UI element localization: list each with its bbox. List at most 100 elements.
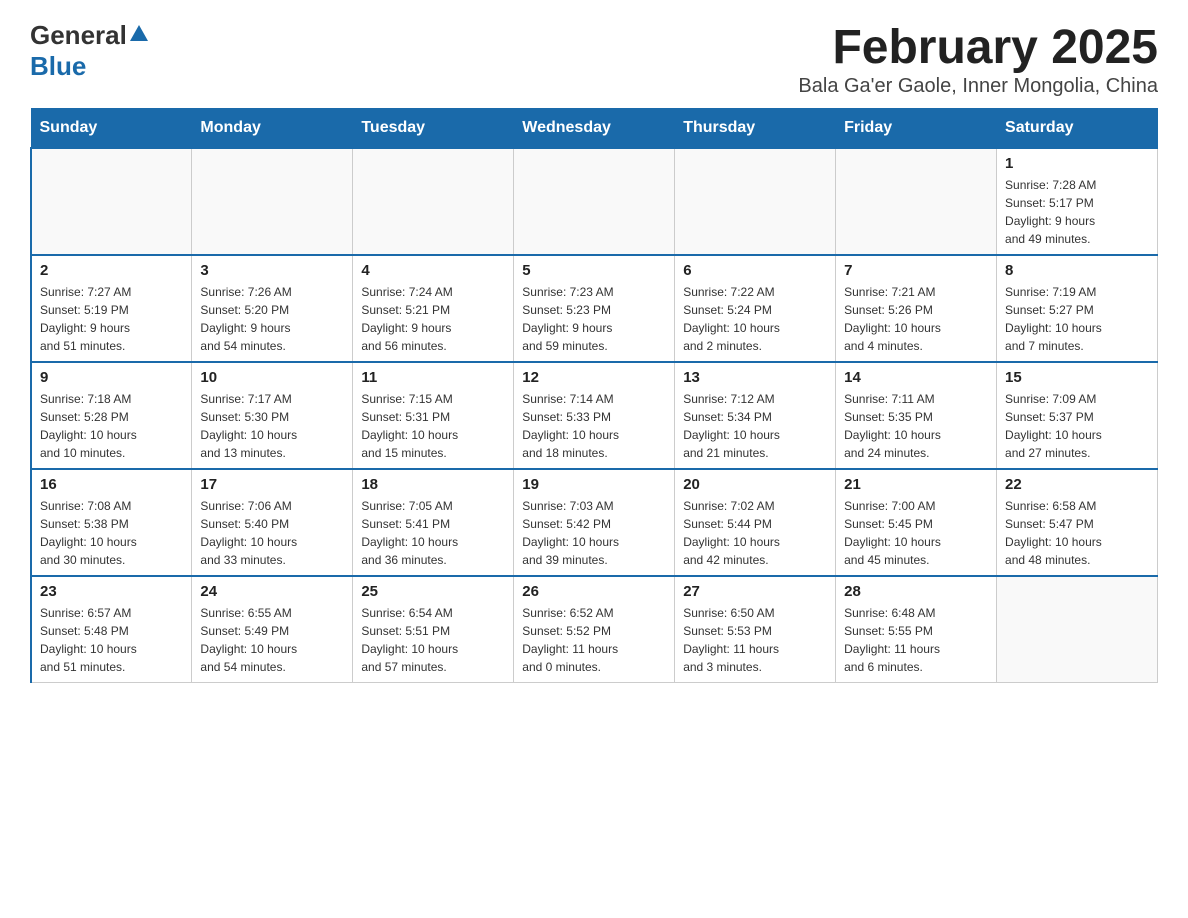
day-number: 1: [1005, 155, 1149, 172]
day-number: 21: [844, 476, 988, 493]
day-info: Sunrise: 6:57 AM Sunset: 5:48 PM Dayligh…: [40, 604, 183, 676]
calendar-cell: 9 Sunrise: 7:18 AM Sunset: 5:28 PM Daylig…: [31, 362, 192, 469]
day-info: Sunrise: 7:26 AM Sunset: 5:20 PM Dayligh…: [200, 283, 344, 355]
calendar-cell: 24 Sunrise: 6:55 AM Sunset: 5:49 PM Dayli…: [192, 576, 353, 683]
day-number: 23: [40, 583, 183, 600]
day-info: Sunrise: 7:21 AM Sunset: 5:26 PM Dayligh…: [844, 283, 988, 355]
day-number: 18: [361, 476, 505, 493]
day-info: Sunrise: 7:17 AM Sunset: 5:30 PM Dayligh…: [200, 390, 344, 462]
day-number: 5: [522, 262, 666, 279]
day-number: 7: [844, 262, 988, 279]
week-row-1: 1 Sunrise: 7:28 AM Sunset: 5:17 PM Daylig…: [31, 148, 1158, 255]
calendar-cell: [836, 148, 997, 255]
day-number: 14: [844, 369, 988, 386]
calendar-cell: 21 Sunrise: 7:00 AM Sunset: 5:45 PM Dayli…: [836, 469, 997, 576]
calendar-cell: 5 Sunrise: 7:23 AM Sunset: 5:23 PM Daylig…: [514, 255, 675, 362]
calendar-cell: [675, 148, 836, 255]
calendar-cell: 22 Sunrise: 6:58 AM Sunset: 5:47 PM Dayli…: [997, 469, 1158, 576]
day-info: Sunrise: 6:54 AM Sunset: 5:51 PM Dayligh…: [361, 604, 505, 676]
day-number: 27: [683, 583, 827, 600]
day-info: Sunrise: 7:02 AM Sunset: 5:44 PM Dayligh…: [683, 497, 827, 569]
day-info: Sunrise: 7:12 AM Sunset: 5:34 PM Dayligh…: [683, 390, 827, 462]
logo-blue-text: Blue: [30, 51, 86, 81]
week-row-4: 16 Sunrise: 7:08 AM Sunset: 5:38 PM Dayli…: [31, 469, 1158, 576]
page-header: General Blue February 2025 Bala Ga'er Ga…: [30, 20, 1158, 98]
calendar-cell: 2Sunrise: 7:27 AM Sunset: 5:19 PM Daylig…: [31, 255, 192, 362]
calendar-cell: 7 Sunrise: 7:21 AM Sunset: 5:26 PM Daylig…: [836, 255, 997, 362]
calendar-cell: 8 Sunrise: 7:19 AM Sunset: 5:27 PM Daylig…: [997, 255, 1158, 362]
col-wednesday: Wednesday: [514, 109, 675, 149]
day-number: 22: [1005, 476, 1149, 493]
day-number: 24: [200, 583, 344, 600]
logo-general-text: General: [30, 20, 127, 51]
day-info: Sunrise: 6:55 AM Sunset: 5:49 PM Dayligh…: [200, 604, 344, 676]
day-number: 20: [683, 476, 827, 493]
day-info: Sunrise: 7:05 AM Sunset: 5:41 PM Dayligh…: [361, 497, 505, 569]
day-number: 16: [40, 476, 183, 493]
col-saturday: Saturday: [997, 109, 1158, 149]
calendar-cell: 28Sunrise: 6:48 AM Sunset: 5:55 PM Dayli…: [836, 576, 997, 683]
calendar-cell: 20 Sunrise: 7:02 AM Sunset: 5:44 PM Dayli…: [675, 469, 836, 576]
day-number: 26: [522, 583, 666, 600]
day-info: Sunrise: 7:19 AM Sunset: 5:27 PM Dayligh…: [1005, 283, 1149, 355]
day-number: 9: [40, 369, 183, 386]
calendar-cell: 3 Sunrise: 7:26 AM Sunset: 5:20 PM Daylig…: [192, 255, 353, 362]
day-number: 25: [361, 583, 505, 600]
calendar-cell: [31, 148, 192, 255]
calendar-cell: 27 Sunrise: 6:50 AM Sunset: 5:53 PM Dayli…: [675, 576, 836, 683]
day-number: 11: [361, 369, 505, 386]
day-number: 17: [200, 476, 344, 493]
day-number: 12: [522, 369, 666, 386]
week-row-3: 9 Sunrise: 7:18 AM Sunset: 5:28 PM Daylig…: [31, 362, 1158, 469]
calendar-cell: 6 Sunrise: 7:22 AM Sunset: 5:24 PM Daylig…: [675, 255, 836, 362]
col-thursday: Thursday: [675, 109, 836, 149]
day-number: 15: [1005, 369, 1149, 386]
calendar-cell: 10 Sunrise: 7:17 AM Sunset: 5:30 PM Dayli…: [192, 362, 353, 469]
day-info: Sunrise: 7:00 AM Sunset: 5:45 PM Dayligh…: [844, 497, 988, 569]
day-info: Sunrise: 6:58 AM Sunset: 5:47 PM Dayligh…: [1005, 497, 1149, 569]
col-monday: Monday: [192, 109, 353, 149]
day-info: Sunrise: 7:03 AM Sunset: 5:42 PM Dayligh…: [522, 497, 666, 569]
calendar-cell: [353, 148, 514, 255]
day-info: Sunrise: 7:11 AM Sunset: 5:35 PM Dayligh…: [844, 390, 988, 462]
day-info: Sunrise: 7:08 AM Sunset: 5:38 PM Dayligh…: [40, 497, 183, 569]
calendar-cell: 13 Sunrise: 7:12 AM Sunset: 5:34 PM Dayli…: [675, 362, 836, 469]
day-info: Sunrise: 7:14 AM Sunset: 5:33 PM Dayligh…: [522, 390, 666, 462]
calendar-cell: 19 Sunrise: 7:03 AM Sunset: 5:42 PM Dayli…: [514, 469, 675, 576]
week-row-5: 23 Sunrise: 6:57 AM Sunset: 5:48 PM Dayli…: [31, 576, 1158, 683]
day-number: 6: [683, 262, 827, 279]
day-info: Sunrise: 7:22 AM Sunset: 5:24 PM Dayligh…: [683, 283, 827, 355]
calendar-cell: 16 Sunrise: 7:08 AM Sunset: 5:38 PM Dayli…: [31, 469, 192, 576]
day-number: 4: [361, 262, 505, 279]
day-number: 13: [683, 369, 827, 386]
calendar-cell: 11 Sunrise: 7:15 AM Sunset: 5:31 PM Dayli…: [353, 362, 514, 469]
calendar-cell: 4 Sunrise: 7:24 AM Sunset: 5:21 PM Daylig…: [353, 255, 514, 362]
day-number: 10: [200, 369, 344, 386]
calendar-table: Sunday Monday Tuesday Wednesday Thursday…: [30, 108, 1158, 683]
col-sunday: Sunday: [31, 109, 192, 149]
day-info: Sunrise: 6:50 AM Sunset: 5:53 PM Dayligh…: [683, 604, 827, 676]
day-info: Sunrise: 7:24 AM Sunset: 5:21 PM Dayligh…: [361, 283, 505, 355]
logo: General Blue: [30, 20, 148, 82]
calendar-cell: [192, 148, 353, 255]
day-number: 8: [1005, 262, 1149, 279]
calendar-cell: 26 Sunrise: 6:52 AM Sunset: 5:52 PM Dayli…: [514, 576, 675, 683]
day-info: Sunrise: 7:23 AM Sunset: 5:23 PM Dayligh…: [522, 283, 666, 355]
day-number: 28: [844, 583, 988, 600]
day-info: Sunrise: 7:28 AM Sunset: 5:17 PM Dayligh…: [1005, 176, 1149, 248]
calendar-cell: 15Sunrise: 7:09 AM Sunset: 5:37 PM Dayli…: [997, 362, 1158, 469]
day-info: Sunrise: 7:18 AM Sunset: 5:28 PM Dayligh…: [40, 390, 183, 462]
day-number: 19: [522, 476, 666, 493]
day-info: Sunrise: 7:27 AM Sunset: 5:19 PM Dayligh…: [40, 283, 183, 355]
logo-triangle-icon: [130, 25, 148, 46]
calendar-header-row: Sunday Monday Tuesday Wednesday Thursday…: [31, 109, 1158, 149]
page-subtitle: Bala Ga'er Gaole, Inner Mongolia, China: [798, 75, 1158, 98]
day-info: Sunrise: 7:06 AM Sunset: 5:40 PM Dayligh…: [200, 497, 344, 569]
calendar-cell: 23 Sunrise: 6:57 AM Sunset: 5:48 PM Dayli…: [31, 576, 192, 683]
day-info: Sunrise: 6:52 AM Sunset: 5:52 PM Dayligh…: [522, 604, 666, 676]
calendar-cell: 18 Sunrise: 7:05 AM Sunset: 5:41 PM Dayli…: [353, 469, 514, 576]
day-number: 3: [200, 262, 344, 279]
calendar-cell: 12 Sunrise: 7:14 AM Sunset: 5:33 PM Dayli…: [514, 362, 675, 469]
day-info: Sunrise: 7:15 AM Sunset: 5:31 PM Dayligh…: [361, 390, 505, 462]
title-block: February 2025 Bala Ga'er Gaole, Inner Mo…: [798, 20, 1158, 98]
